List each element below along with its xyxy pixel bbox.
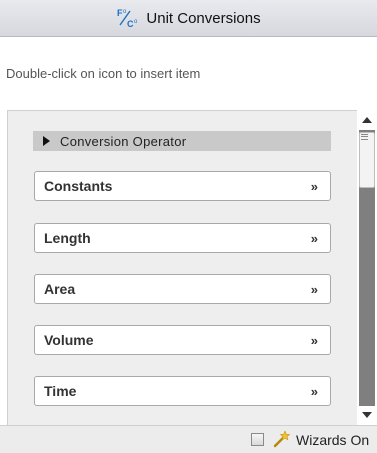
instruction-text: Double-click on icon to insert item [6,66,201,81]
double-chevron-down-icon: » [310,383,318,399]
svg-text:C: C [127,19,134,29]
svg-text:o: o [134,19,138,25]
vertical-scrollbar[interactable] [357,110,377,425]
double-chevron-down-icon: » [310,281,318,297]
category-area[interactable]: Area » [34,274,331,304]
scroll-down-arrow-icon[interactable] [362,412,372,418]
svg-text:o: o [123,9,127,15]
category-label: Area [44,281,76,297]
wand-icon [272,430,291,448]
double-chevron-down-icon: » [310,332,318,348]
wizards-on-label: Wizards On [296,432,370,448]
window-title: Unit Conversions [146,9,261,27]
wizards-checkbox[interactable] [251,433,264,446]
category-label: Constants [44,178,113,194]
unit-conversions-window: F o C o Unit Conversions Double-click on… [0,0,377,453]
conversion-operator-header[interactable]: Conversion Operator [33,131,331,151]
conversion-operator-label: Conversion Operator [60,133,187,149]
unit-conversions-icon: F o C o [116,7,142,29]
category-length[interactable]: Length » [34,223,331,253]
category-constants[interactable]: Constants » [34,171,331,201]
category-label: Time [44,383,77,399]
double-chevron-down-icon: » [310,178,318,194]
catalog-panel: Conversion Operator Constants » Length »… [7,110,357,425]
footer-bar: Wizards On [0,425,377,453]
category-volume[interactable]: Volume » [34,325,331,355]
category-label: Length [44,230,91,246]
double-chevron-down-icon: » [310,230,318,246]
scroll-up-arrow-icon[interactable] [362,117,372,123]
category-time[interactable]: Time » [34,376,331,406]
scroll-thumb[interactable] [359,132,375,188]
grip-icon [361,134,368,140]
category-label: Volume [44,332,94,348]
triangle-right-icon [43,136,50,146]
title-bar: F o C o Unit Conversions [0,0,377,37]
